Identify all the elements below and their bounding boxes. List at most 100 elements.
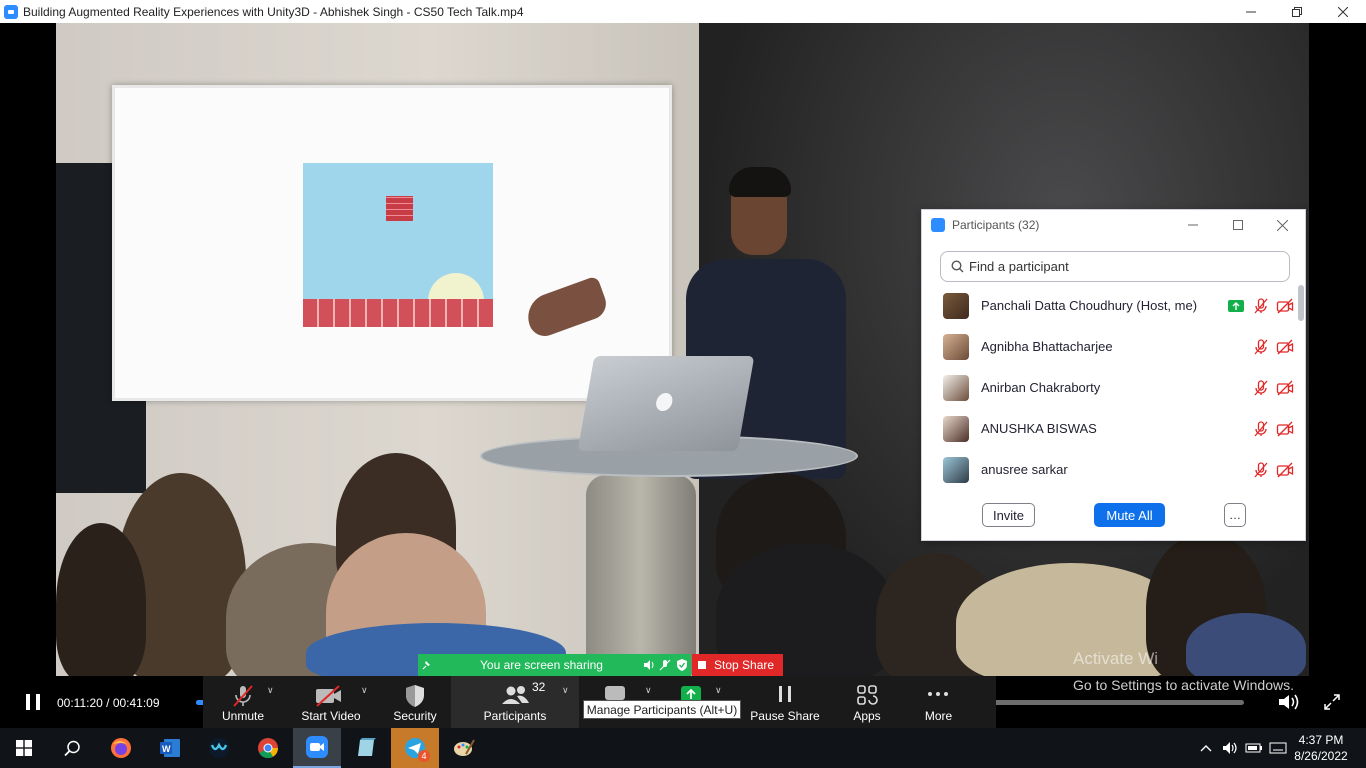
zoom-taskbar-icon[interactable]	[293, 728, 341, 768]
participant-name: anusree sarkar	[981, 462, 1068, 477]
more-dots-icon	[928, 692, 948, 696]
participants-icon	[502, 686, 529, 704]
avatar	[943, 292, 969, 319]
participant-row[interactable]: Anirban Chakraborty	[922, 367, 1300, 408]
projector-screen	[112, 85, 672, 401]
telegram-taskbar-icon[interactable]: 4	[391, 728, 439, 768]
mic-muted-icon	[1254, 338, 1268, 354]
mic-muted-icon	[1254, 379, 1268, 395]
taskbar-clock[interactable]: 4:37 PM 8/26/2022	[1290, 732, 1352, 764]
playback-time: 00:11:20 / 00:41:09	[57, 696, 160, 710]
window-title: Building Augmented Reality Experiences w…	[23, 4, 524, 19]
screen-share-icon	[1228, 299, 1244, 312]
invite-button[interactable]: Invite	[982, 503, 1035, 527]
video-off-icon	[1276, 462, 1294, 477]
chevron-down-icon[interactable]: ∨	[562, 685, 569, 696]
apps-button[interactable]: Apps	[827, 676, 907, 728]
chevron-down-icon[interactable]: ∨	[715, 685, 722, 696]
stop-square-icon	[698, 661, 706, 669]
speaker-icon	[644, 660, 654, 670]
stop-share-label: Stop Share	[714, 658, 775, 672]
video-off-icon	[1276, 298, 1294, 313]
screen-sharing-banner: You are screen sharing	[418, 654, 691, 676]
participant-row[interactable]: Panchali Datta Choudhury (Host, me)	[922, 285, 1300, 326]
search-icon	[63, 740, 80, 756]
participant-row[interactable]: Agnibha Bhattacharjee	[922, 326, 1300, 367]
pause-button[interactable]	[26, 694, 40, 710]
sharing-status-text: You are screen sharing	[480, 658, 603, 672]
panel-close-button[interactable]	[1260, 210, 1305, 240]
clock-time: 4:37 PM	[1298, 733, 1344, 747]
stop-share-button[interactable]: Stop Share	[692, 654, 783, 676]
search-placeholder: Find a participant	[969, 259, 1069, 274]
pause-share-label: Pause Share	[750, 709, 820, 723]
apps-label: Apps	[853, 709, 881, 723]
mute-all-button[interactable]: Mute All	[1094, 503, 1165, 527]
paint-taskbar-icon[interactable]	[440, 728, 488, 768]
battery-icon	[1245, 743, 1262, 753]
panel-minimize-button[interactable]	[1170, 210, 1215, 240]
more-options-button[interactable]: …	[1224, 503, 1246, 527]
zoom-logo-icon	[931, 218, 945, 232]
scrollbar-thumb[interactable]	[1298, 285, 1304, 321]
show-hidden-icons-button[interactable]	[1196, 728, 1216, 768]
minimize-button[interactable]	[1228, 0, 1274, 23]
mic-muted-icon	[1254, 297, 1268, 313]
participant-name: Panchali Datta Choudhury (Host, me)	[981, 298, 1198, 313]
unmute-label: Unmute	[221, 709, 265, 723]
brick-block	[386, 196, 413, 221]
language-tray-button[interactable]	[1267, 728, 1289, 768]
participant-list-scrollbar[interactable]	[1298, 285, 1304, 490]
start-button[interactable]	[0, 728, 48, 768]
volume-tray-button[interactable]	[1219, 728, 1241, 768]
participant-row[interactable]: ANUSHKA BISWAS	[922, 408, 1300, 449]
start-video-button[interactable]: ∨ Start Video	[283, 676, 379, 728]
chevron-down-icon[interactable]: ∨	[361, 685, 368, 696]
panel-header: Participants (32)	[922, 210, 1305, 240]
pause-icon	[779, 686, 791, 702]
participant-list: Panchali Datta Choudhury (Host, me) Agni…	[922, 285, 1300, 490]
restore-button[interactable]	[1274, 0, 1320, 23]
pin-icon	[422, 661, 430, 670]
windows-taskbar: W 4 4:37 PM 8/26/2022	[0, 728, 1366, 768]
speaker-hair	[729, 167, 791, 197]
webex-taskbar-icon[interactable]	[195, 728, 243, 768]
volume-icon[interactable]	[1277, 693, 1301, 711]
search-button[interactable]	[48, 728, 96, 768]
panel-maximize-button[interactable]	[1215, 210, 1260, 240]
avatar	[943, 333, 969, 360]
video-off-icon	[1276, 421, 1294, 436]
fullscreen-icon[interactable]	[1324, 694, 1340, 710]
participants-button[interactable]: 32 ∨ Participants	[451, 676, 579, 728]
game-slide-image	[303, 163, 493, 327]
chevron-down-icon[interactable]: ∨	[267, 685, 274, 696]
participants-tooltip: Manage Participants (Alt+U)	[583, 700, 741, 719]
participants-count: 32	[532, 680, 546, 694]
security-label: Security	[393, 709, 437, 723]
video-off-icon	[1276, 339, 1294, 354]
participant-row[interactable]: anusree sarkar	[922, 449, 1300, 490]
shield-icon	[406, 685, 424, 707]
firefox-taskbar-icon[interactable]	[97, 728, 145, 768]
apps-icon	[857, 685, 878, 705]
chevron-up-icon	[1200, 745, 1212, 752]
shield-check-icon	[677, 659, 687, 671]
close-button[interactable]	[1320, 0, 1366, 23]
security-button[interactable]: Security	[379, 676, 451, 728]
chrome-taskbar-icon[interactable]	[244, 728, 292, 768]
unmute-button[interactable]: ∨ Unmute	[203, 676, 283, 728]
mic-muted-icon	[659, 659, 671, 671]
avatar	[943, 374, 969, 401]
participant-search-input[interactable]: Find a participant	[940, 251, 1290, 282]
notes-taskbar-icon[interactable]	[342, 728, 390, 768]
participants-label: Participants	[483, 709, 547, 723]
word-taskbar-icon[interactable]: W	[146, 728, 194, 768]
battery-tray-button[interactable]	[1243, 728, 1265, 768]
more-button[interactable]: More	[907, 676, 970, 728]
pause-share-button[interactable]: Pause Share	[743, 676, 827, 728]
activate-windows-subtext: Go to Settings to activate Windows.	[1073, 677, 1294, 693]
search-icon	[951, 260, 964, 273]
chevron-down-icon[interactable]: ∨	[645, 685, 652, 696]
participant-name: ANUSHKA BISWAS	[981, 421, 1097, 436]
zoom-app-icon	[4, 4, 18, 19]
